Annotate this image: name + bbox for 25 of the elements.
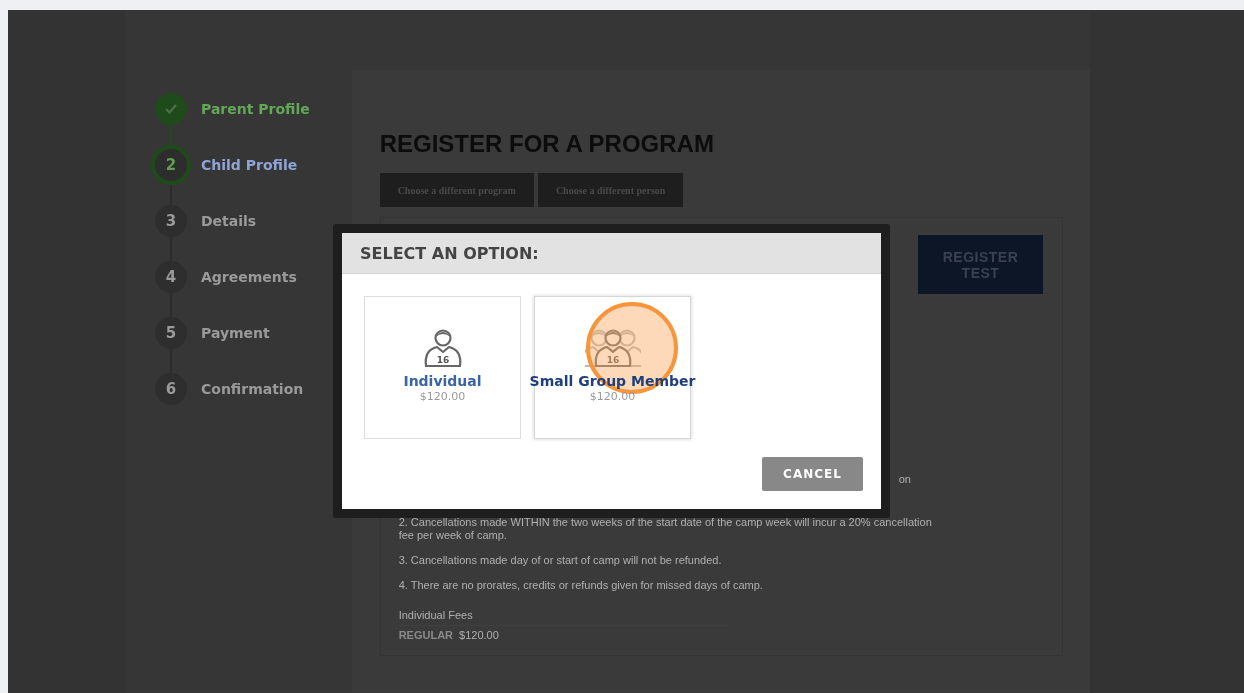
step-label[interactable]: Parent Profile [201, 101, 310, 117]
dialog-title: SELECT AN OPTION: [360, 243, 539, 263]
step-number: 6 [165, 380, 177, 398]
step-number: 5 [165, 324, 177, 342]
step-label[interactable]: Details [201, 213, 257, 229]
option-card[interactable]: 16 Individual $120.00 [364, 296, 521, 439]
fee-amount: $120.00 [459, 629, 499, 641]
step-label[interactable]: Child Profile [201, 157, 298, 173]
policy-text: 3. Cancellations made day of or start of camp will not be refunded. [398, 554, 723, 567]
step-label[interactable]: Payment [201, 325, 270, 341]
option-name: Individual [403, 373, 482, 389]
step-label[interactable]: Agreements [201, 269, 297, 285]
step-number: 4 [165, 268, 177, 286]
check-icon [164, 103, 178, 115]
policy-text: 4. There are no prorates, credits or refunds given for missed days of camp. [398, 579, 764, 592]
policy-text: 2. Cancellations made WITHIN the two weeks of the start date of the camp week will incur a 20% cancellation fee per week of camp. [398, 516, 933, 542]
step-label[interactable]: Confirmation [201, 381, 304, 397]
step-number: 3 [165, 212, 177, 230]
step-number: 2 [165, 156, 177, 174]
option-price: $120.00 [589, 390, 636, 403]
option-price: $120.00 [419, 390, 466, 403]
fees-heading: Individual Fees [398, 609, 474, 621]
cancel-button[interactable]: CANCEL [762, 457, 863, 491]
policy-text: on [898, 473, 911, 486]
fee-label: REGULAR [398, 629, 454, 641]
